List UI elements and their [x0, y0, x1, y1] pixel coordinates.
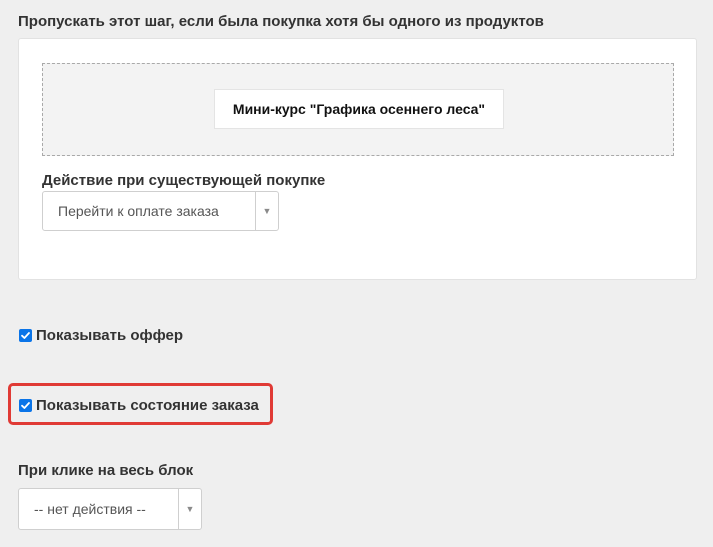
block-click-label: При клике на весь блок [18, 462, 194, 479]
existing-purchase-action-label: Действие при существующей покупке [42, 172, 326, 189]
show-order-state-checkbox[interactable] [19, 399, 32, 412]
show-offer-label: Показывать оффер [36, 327, 184, 344]
product-dropzone[interactable]: Мини-курс "Графика осеннего леса" [42, 63, 674, 156]
checkmark-icon [21, 402, 30, 409]
select-value: -- нет действия -- [34, 501, 146, 517]
chevron-down-icon: ▼ [255, 192, 278, 230]
checkmark-icon [21, 332, 30, 339]
product-chip[interactable]: Мини-курс "Графика осеннего леса" [214, 89, 504, 129]
existing-purchase-action-select[interactable]: Перейти к оплате заказа ▼ [42, 191, 279, 231]
select-value: Перейти к оплате заказа [58, 203, 219, 219]
show-order-state-option[interactable]: Показывать состояние заказа [19, 397, 259, 414]
show-offer-checkbox[interactable] [19, 329, 32, 342]
show-offer-option[interactable]: Показывать оффер [19, 327, 183, 344]
skip-step-card: Мини-курс "Графика осеннего леса" Действ… [18, 38, 697, 280]
chevron-down-icon: ▼ [178, 489, 201, 529]
show-order-state-label: Показывать состояние заказа [36, 397, 259, 414]
skip-step-title: Пропускать этот шаг, если была покупка х… [18, 13, 544, 30]
block-click-action-select[interactable]: -- нет действия -- ▼ [18, 488, 202, 530]
